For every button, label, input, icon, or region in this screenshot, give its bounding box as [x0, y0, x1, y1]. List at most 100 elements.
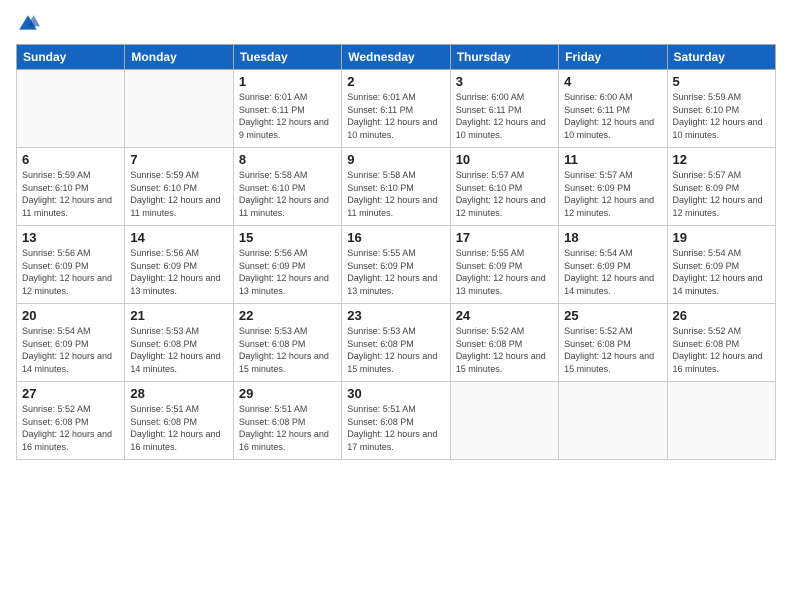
- day-info: Sunrise: 5:54 AM Sunset: 6:09 PM Dayligh…: [22, 325, 119, 375]
- day-number: 19: [673, 230, 770, 245]
- day-info: Sunrise: 5:58 AM Sunset: 6:10 PM Dayligh…: [239, 169, 336, 219]
- calendar-cell: 15 Sunrise: 5:56 AM Sunset: 6:09 PM Dayli…: [233, 226, 341, 304]
- calendar-cell: 22 Sunrise: 5:53 AM Sunset: 6:08 PM Dayli…: [233, 304, 341, 382]
- day-number: 1: [239, 74, 336, 89]
- day-number: 13: [22, 230, 119, 245]
- day-info: Sunrise: 5:52 AM Sunset: 6:08 PM Dayligh…: [22, 403, 119, 453]
- week-row-1: 1 Sunrise: 6:01 AM Sunset: 6:11 PM Daylig…: [17, 70, 776, 148]
- day-info: Sunrise: 5:54 AM Sunset: 6:09 PM Dayligh…: [673, 247, 770, 297]
- day-number: 7: [130, 152, 227, 167]
- day-info: Sunrise: 5:52 AM Sunset: 6:08 PM Dayligh…: [564, 325, 661, 375]
- calendar-cell: [125, 70, 233, 148]
- calendar-cell: 4 Sunrise: 6:00 AM Sunset: 6:11 PM Daylig…: [559, 70, 667, 148]
- day-number: 14: [130, 230, 227, 245]
- day-number: 12: [673, 152, 770, 167]
- column-header-friday: Friday: [559, 45, 667, 70]
- header: [16, 12, 776, 36]
- calendar-cell: 11 Sunrise: 5:57 AM Sunset: 6:09 PM Dayli…: [559, 148, 667, 226]
- day-number: 18: [564, 230, 661, 245]
- day-info: Sunrise: 5:53 AM Sunset: 6:08 PM Dayligh…: [130, 325, 227, 375]
- day-info: Sunrise: 6:01 AM Sunset: 6:11 PM Dayligh…: [239, 91, 336, 141]
- column-header-monday: Monday: [125, 45, 233, 70]
- day-info: Sunrise: 5:51 AM Sunset: 6:08 PM Dayligh…: [130, 403, 227, 453]
- day-number: 4: [564, 74, 661, 89]
- calendar-cell: 1 Sunrise: 6:01 AM Sunset: 6:11 PM Daylig…: [233, 70, 341, 148]
- column-header-tuesday: Tuesday: [233, 45, 341, 70]
- calendar-cell: 27 Sunrise: 5:52 AM Sunset: 6:08 PM Dayli…: [17, 382, 125, 460]
- day-number: 15: [239, 230, 336, 245]
- calendar-cell: 13Sunrise: 5:56 AM Sunset: 6:09 PM Dayli…: [17, 226, 125, 304]
- day-number: 21: [130, 308, 227, 323]
- page: SundayMondayTuesdayWednesdayThursdayFrid…: [0, 0, 792, 612]
- day-info: Sunrise: 5:56 AM Sunset: 6:09 PM Dayligh…: [239, 247, 336, 297]
- day-number: 11: [564, 152, 661, 167]
- calendar-cell: 17 Sunrise: 5:55 AM Sunset: 6:09 PM Dayli…: [450, 226, 558, 304]
- day-number: 27: [22, 386, 119, 401]
- day-number: 9: [347, 152, 444, 167]
- calendar-cell: 30 Sunrise: 5:51 AM Sunset: 6:08 PM Dayli…: [342, 382, 450, 460]
- day-number: 30: [347, 386, 444, 401]
- calendar-cell: 6Sunrise: 5:59 AM Sunset: 6:10 PM Daylig…: [17, 148, 125, 226]
- column-header-thursday: Thursday: [450, 45, 558, 70]
- logo-icon: [16, 12, 40, 36]
- week-row-2: 6 Sunrise: 5:59 AM Sunset: 6:10 PM Daylig…: [17, 148, 776, 226]
- calendar-cell: 10 Sunrise: 5:57 AM Sunset: 6:10 PM Dayli…: [450, 148, 558, 226]
- calendar-cell: 7 Sunrise: 5:59 AM Sunset: 6:10 PM Daylig…: [125, 148, 233, 226]
- day-number: 8: [239, 152, 336, 167]
- calendar-cell: 12 Sunrise: 5:57 AM Sunset: 6:09 PM Dayli…: [667, 148, 775, 226]
- calendar-cell: 16 Sunrise: 5:55 AM Sunset: 6:09 PM Dayli…: [342, 226, 450, 304]
- column-header-wednesday: Wednesday: [342, 45, 450, 70]
- day-info: Sunrise: 5:57 AM Sunset: 6:09 PM Dayligh…: [564, 169, 661, 219]
- day-info: Sunrise: 5:55 AM Sunset: 6:09 PM Dayligh…: [347, 247, 444, 297]
- calendar-cell: 9Sunrise: 5:58 AM Sunset: 6:10 PM Daylig…: [342, 148, 450, 226]
- week-row-3: 13 Sunrise: 5:56 AM Sunset: 6:09 PM Dayli…: [17, 226, 776, 304]
- day-number: 17: [456, 230, 553, 245]
- day-number: 16: [347, 230, 444, 245]
- day-info: Sunrise: 5:54 AM Sunset: 6:09 PM Dayligh…: [564, 247, 661, 297]
- calendar-cell: 23Sunrise: 5:53 AM Sunset: 6:08 PM Dayli…: [342, 304, 450, 382]
- calendar-cell: 3 Sunrise: 6:00 AM Sunset: 6:11 PM Daylig…: [450, 70, 558, 148]
- week-row-4: 20 Sunrise: 5:54 AM Sunset: 6:09 PM Dayli…: [17, 304, 776, 382]
- day-number: 2: [347, 74, 444, 89]
- day-info: Sunrise: 6:00 AM Sunset: 6:11 PM Dayligh…: [564, 91, 661, 141]
- day-number: 23: [347, 308, 444, 323]
- calendar: SundayMondayTuesdayWednesdayThursdayFrid…: [16, 44, 776, 460]
- week-row-5: 27 Sunrise: 5:52 AM Sunset: 6:08 PM Dayli…: [17, 382, 776, 460]
- calendar-cell: 28Sunrise: 5:51 AM Sunset: 6:08 PM Dayli…: [125, 382, 233, 460]
- day-info: Sunrise: 5:51 AM Sunset: 6:08 PM Dayligh…: [347, 403, 444, 453]
- calendar-cell: [667, 382, 775, 460]
- day-number: 3: [456, 74, 553, 89]
- day-info: Sunrise: 5:57 AM Sunset: 6:10 PM Dayligh…: [456, 169, 553, 219]
- day-info: Sunrise: 5:53 AM Sunset: 6:08 PM Dayligh…: [239, 325, 336, 375]
- day-info: Sunrise: 6:00 AM Sunset: 6:11 PM Dayligh…: [456, 91, 553, 141]
- calendar-cell: 25 Sunrise: 5:52 AM Sunset: 6:08 PM Dayli…: [559, 304, 667, 382]
- calendar-cell: 14 Sunrise: 5:56 AM Sunset: 6:09 PM Dayli…: [125, 226, 233, 304]
- calendar-cell: 21 Sunrise: 5:53 AM Sunset: 6:08 PM Dayli…: [125, 304, 233, 382]
- calendar-cell: 29 Sunrise: 5:51 AM Sunset: 6:08 PM Dayli…: [233, 382, 341, 460]
- calendar-cell: 24 Sunrise: 5:52 AM Sunset: 6:08 PM Dayli…: [450, 304, 558, 382]
- calendar-cell: 18 Sunrise: 5:54 AM Sunset: 6:09 PM Dayli…: [559, 226, 667, 304]
- day-number: 5: [673, 74, 770, 89]
- day-number: 24: [456, 308, 553, 323]
- day-number: 29: [239, 386, 336, 401]
- calendar-cell: [17, 70, 125, 148]
- day-number: 20: [22, 308, 119, 323]
- calendar-cell: 26Sunrise: 5:52 AM Sunset: 6:08 PM Dayli…: [667, 304, 775, 382]
- header-row: SundayMondayTuesdayWednesdayThursdayFrid…: [17, 45, 776, 70]
- day-info: Sunrise: 5:55 AM Sunset: 6:09 PM Dayligh…: [456, 247, 553, 297]
- day-number: 25: [564, 308, 661, 323]
- day-number: 10: [456, 152, 553, 167]
- calendar-cell: 20 Sunrise: 5:54 AM Sunset: 6:09 PM Dayli…: [17, 304, 125, 382]
- day-info: Sunrise: 5:51 AM Sunset: 6:08 PM Dayligh…: [239, 403, 336, 453]
- day-info: Sunrise: 5:59 AM Sunset: 6:10 PM Dayligh…: [130, 169, 227, 219]
- column-header-saturday: Saturday: [667, 45, 775, 70]
- day-info: Sunrise: 5:52 AM Sunset: 6:08 PM Dayligh…: [456, 325, 553, 375]
- day-info: Sunrise: 5:56 AM Sunset: 6:09 PM Dayligh…: [130, 247, 227, 297]
- day-info: Sunrise: 5:57 AM Sunset: 6:09 PM Dayligh…: [673, 169, 770, 219]
- calendar-cell: 19 Sunrise: 5:54 AM Sunset: 6:09 PM Dayli…: [667, 226, 775, 304]
- day-number: 6: [22, 152, 119, 167]
- day-number: 22: [239, 308, 336, 323]
- calendar-cell: 5Sunrise: 5:59 AM Sunset: 6:10 PM Daylig…: [667, 70, 775, 148]
- day-info: Sunrise: 6:01 AM Sunset: 6:11 PM Dayligh…: [347, 91, 444, 141]
- column-header-sunday: Sunday: [17, 45, 125, 70]
